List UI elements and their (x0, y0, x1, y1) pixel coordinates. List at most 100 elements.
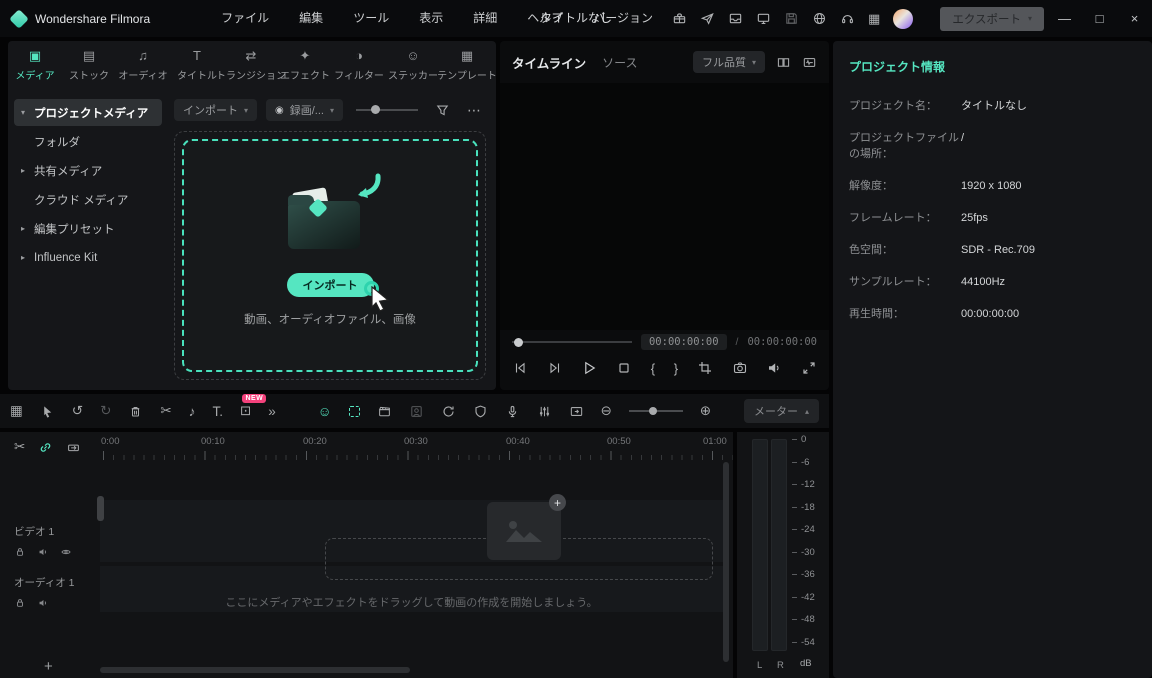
save-icon[interactable] (784, 11, 799, 26)
split-scissors-icon[interactable]: ✂ (160, 403, 171, 419)
stop-button[interactable] (616, 360, 632, 376)
sidebar-item-cloud-media[interactable]: クラウド メディア (14, 186, 162, 213)
mixer-sliders-icon[interactable] (537, 404, 552, 419)
tab-timeline-preview[interactable]: タイムライン (512, 53, 586, 72)
tab-media[interactable]: ▣メディア (8, 48, 62, 91)
account-avatar[interactable] (893, 9, 913, 29)
filter-funnel-icon[interactable] (435, 103, 450, 118)
zoom-in-icon[interactable]: ⊕ (700, 403, 711, 419)
sidebar-item-edit-presets[interactable]: ▸編集プリセット (14, 215, 162, 242)
lock-icon[interactable] (14, 597, 26, 609)
menu-file[interactable]: ファイル (206, 0, 284, 37)
media-view-grid-icon[interactable]: ▦ (10, 403, 23, 419)
ripple-edit-icon[interactable] (66, 440, 81, 455)
menu-edit[interactable]: 編集 (284, 0, 338, 37)
ai-portrait-smiley-icon[interactable]: ☺ (318, 404, 332, 419)
apps-grid-icon[interactable]: ▦ (868, 11, 880, 27)
monitor-icon[interactable] (756, 11, 771, 26)
horizontal-scrollbar[interactable] (100, 667, 410, 673)
portrait-card-icon[interactable] (409, 404, 424, 419)
shield-icon[interactable] (473, 404, 488, 419)
import-tray-icon[interactable] (728, 11, 743, 26)
more-options-icon[interactable]: ⋯ (459, 102, 486, 119)
meter-scale: 0 -6 -12 -18 -24 -30 -36 -42 -48 -54 (792, 434, 815, 648)
crop-tool-icon[interactable]: ⊡NEW (240, 403, 251, 419)
previous-frame-icon[interactable] (512, 360, 528, 376)
ruler-tick: 00:20 (303, 436, 327, 447)
tab-filters[interactable]: ◑フィルター (332, 48, 386, 91)
audio-note-icon[interactable]: ♪ (189, 404, 196, 419)
tab-source-preview[interactable]: ソース (602, 54, 637, 71)
preview-viewport[interactable] (500, 83, 829, 330)
select-cursor-icon[interactable] (40, 404, 55, 419)
screen-record-icon[interactable] (569, 404, 584, 419)
add-media-plus-icon[interactable]: + (549, 494, 566, 511)
meter-toggle[interactable]: メーター ▴ (744, 399, 819, 423)
cloud-globe-icon[interactable] (812, 11, 827, 26)
thumbnail-size-slider[interactable] (356, 109, 418, 111)
mark-in-icon[interactable]: { (651, 361, 655, 376)
eye-visibility-icon[interactable] (60, 546, 72, 558)
split-view-icon[interactable] (776, 55, 791, 70)
quality-dropdown[interactable]: フル品質▾ (693, 51, 765, 73)
zoom-out-icon[interactable]: ⊖ (601, 403, 612, 419)
maximize-button[interactable]: □ (1082, 0, 1117, 37)
minimize-button[interactable]: — (1047, 0, 1082, 37)
support-headset-icon[interactable] (840, 11, 855, 26)
crop-icon[interactable] (697, 360, 713, 376)
timeline-zoom-slider[interactable] (629, 410, 683, 412)
media-tabbar: ▣メディア ▤ストック ♫オーディオ Tタイトル ⇄トランジション ✦エフェクト… (8, 41, 496, 91)
share-icon[interactable] (700, 11, 715, 26)
export-button[interactable]: エクスポート ▾ (940, 7, 1044, 31)
more-tools-icon[interactable]: » (268, 404, 276, 419)
tab-effects[interactable]: ✦エフェクト (278, 48, 332, 91)
menu-tools[interactable]: ツール (338, 0, 404, 37)
zoom-knob[interactable] (649, 407, 657, 415)
seek-slider[interactable] (512, 341, 632, 343)
fullscreen-icon[interactable] (801, 360, 817, 376)
menu-view[interactable]: 表示 (404, 0, 458, 37)
tab-stickers[interactable]: ☺ステッカー (386, 48, 440, 91)
add-track-button[interactable]: + (44, 658, 53, 675)
import-dropzone[interactable]: インポート 動画、オーディオファイル、画像 (182, 139, 478, 372)
timeline-ruler[interactable]: 0:00 00:10 00:20 00:30 00:40 00:50 01:00 (100, 432, 733, 460)
mute-speaker-icon[interactable] (37, 546, 49, 558)
undo-icon[interactable]: ↺ (72, 403, 83, 419)
tab-transitions[interactable]: ⇄トランジション (224, 48, 278, 91)
menu-advanced[interactable]: 詳細 (458, 0, 512, 37)
slider-knob[interactable] (371, 105, 380, 114)
sidebar-item-shared-media[interactable]: ▸共有メディア (14, 157, 162, 184)
snapshot-camera-icon[interactable] (732, 360, 748, 376)
sidebar-item-project-media[interactable]: ▾プロジェクトメディア (14, 99, 162, 126)
text-tool-icon[interactable]: T. (212, 404, 223, 419)
volume-icon[interactable] (766, 360, 782, 376)
meter-unit-label: dB (800, 658, 812, 669)
record-icon: ◉ (275, 105, 284, 116)
sidebar-item-folder[interactable]: フォルダ (14, 128, 162, 155)
marquee-select-icon[interactable] (349, 406, 360, 417)
delete-trash-icon[interactable] (128, 404, 143, 419)
mute-speaker-icon[interactable] (37, 597, 49, 609)
resources-icon[interactable] (672, 11, 687, 26)
record-dropdown[interactable]: ◉録画/...▾ (266, 99, 343, 121)
play-button[interactable] (581, 360, 597, 376)
import-button[interactable]: インポート (287, 273, 374, 297)
seek-knob[interactable] (514, 338, 523, 347)
redo-icon[interactable]: ↻ (100, 403, 111, 419)
sync-icon[interactable] (441, 404, 456, 419)
import-dropdown[interactable]: インポート▾ (174, 99, 257, 121)
lock-icon[interactable] (14, 546, 26, 558)
close-button[interactable]: × (1117, 0, 1152, 37)
tab-audio[interactable]: ♫オーディオ (116, 48, 170, 91)
mark-out-icon[interactable]: } (674, 361, 678, 376)
tab-stock[interactable]: ▤ストック (62, 48, 116, 91)
clapper-icon[interactable] (377, 404, 392, 419)
vertical-scrollbar[interactable] (723, 462, 729, 662)
sidebar-item-influence-kit[interactable]: ▸Influence Kit (14, 244, 162, 271)
next-frame-icon[interactable] (547, 360, 563, 376)
link-clips-icon[interactable] (38, 440, 53, 455)
scope-waveform-icon[interactable] (802, 55, 817, 70)
tab-templates[interactable]: ▦テンプレート (440, 48, 494, 91)
microphone-icon[interactable] (505, 404, 520, 419)
cut-scissors-icon[interactable]: ✂ (14, 439, 25, 455)
